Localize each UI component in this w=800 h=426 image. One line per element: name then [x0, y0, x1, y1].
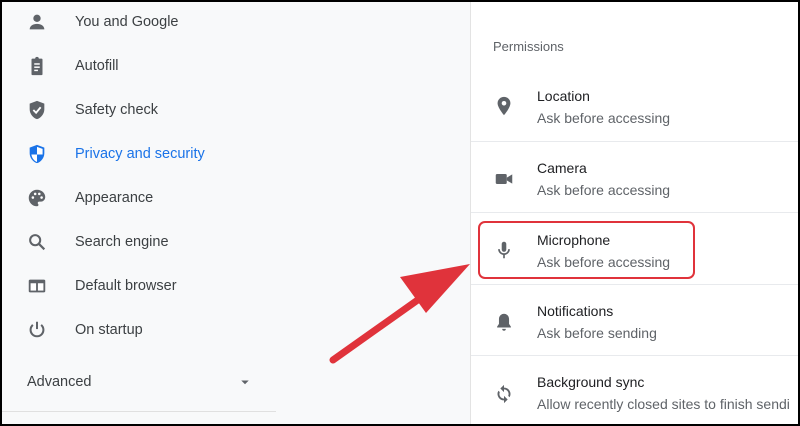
permission-subtitle: Ask before accessing [537, 254, 671, 270]
permission-subtitle: Ask before sending [537, 325, 657, 341]
settings-sidebar: You and Google Autofill Safety check Pri… [0, 0, 276, 426]
microphone-icon [493, 239, 515, 261]
permission-title: Location [537, 88, 590, 104]
permission-subtitle: Allow recently closed sites to finish se… [537, 396, 790, 412]
person-icon [26, 11, 48, 33]
permission-row-background-sync[interactable]: Background sync Allow recently closed si… [471, 355, 800, 425]
sidebar-divider [0, 411, 276, 412]
sidebar-item-you-and-google[interactable]: You and Google [0, 0, 276, 44]
sidebar-item-label: Search engine [75, 234, 169, 250]
shield-check-icon [26, 99, 48, 121]
shield-icon [26, 143, 48, 165]
clipboard-icon [26, 55, 48, 77]
palette-icon [26, 187, 48, 209]
sidebar-item-label: Safety check [75, 102, 159, 118]
bell-icon [493, 311, 515, 333]
permission-row-notifications[interactable]: Notifications Ask before sending [471, 284, 800, 354]
permission-title: Notifications [537, 303, 614, 319]
sidebar-item-on-startup[interactable]: On startup [0, 308, 276, 352]
chevron-down-icon [241, 380, 249, 385]
permissions-panel: Permissions Location Ask before accessin… [470, 0, 800, 426]
camera-icon [493, 168, 515, 190]
sidebar-item-search-engine[interactable]: Search engine [0, 220, 276, 264]
sidebar-item-label: Autofill [75, 58, 119, 74]
sidebar-item-label: On startup [75, 322, 143, 338]
permission-subtitle: Ask before accessing [537, 110, 671, 126]
permission-title: Microphone [537, 232, 611, 248]
browser-window-icon [26, 275, 48, 297]
sidebar-item-label: You and Google [75, 14, 179, 30]
content-gutter [276, 0, 470, 426]
sidebar-item-safety-check[interactable]: Safety check [0, 88, 276, 132]
location-pin-icon [493, 95, 515, 117]
permissions-section-title: Permissions [493, 39, 564, 54]
search-icon [26, 231, 48, 253]
power-icon [26, 319, 48, 341]
sidebar-item-default-browser[interactable]: Default browser [0, 264, 276, 308]
sidebar-item-label: Appearance [75, 190, 154, 206]
permission-row-microphone[interactable]: Microphone Ask before accessing [471, 212, 800, 282]
sidebar-item-autofill[interactable]: Autofill [0, 44, 276, 88]
sidebar-item-privacy-and-security[interactable]: Privacy and security [0, 132, 276, 176]
permission-subtitle: Ask before accessing [537, 182, 671, 198]
permission-row-camera[interactable]: Camera Ask before accessing [471, 141, 800, 211]
sync-icon [493, 383, 515, 405]
sidebar-item-appearance[interactable]: Appearance [0, 176, 276, 220]
advanced-label: Advanced [27, 374, 92, 390]
sidebar-item-label: Default browser [75, 278, 177, 294]
permission-title: Background sync [537, 374, 645, 390]
permission-row-location[interactable]: Location Ask before accessing [471, 71, 800, 141]
permission-title: Camera [537, 160, 587, 176]
sidebar-item-label: Privacy and security [75, 146, 205, 162]
advanced-section-toggle[interactable]: Advanced [0, 360, 276, 404]
